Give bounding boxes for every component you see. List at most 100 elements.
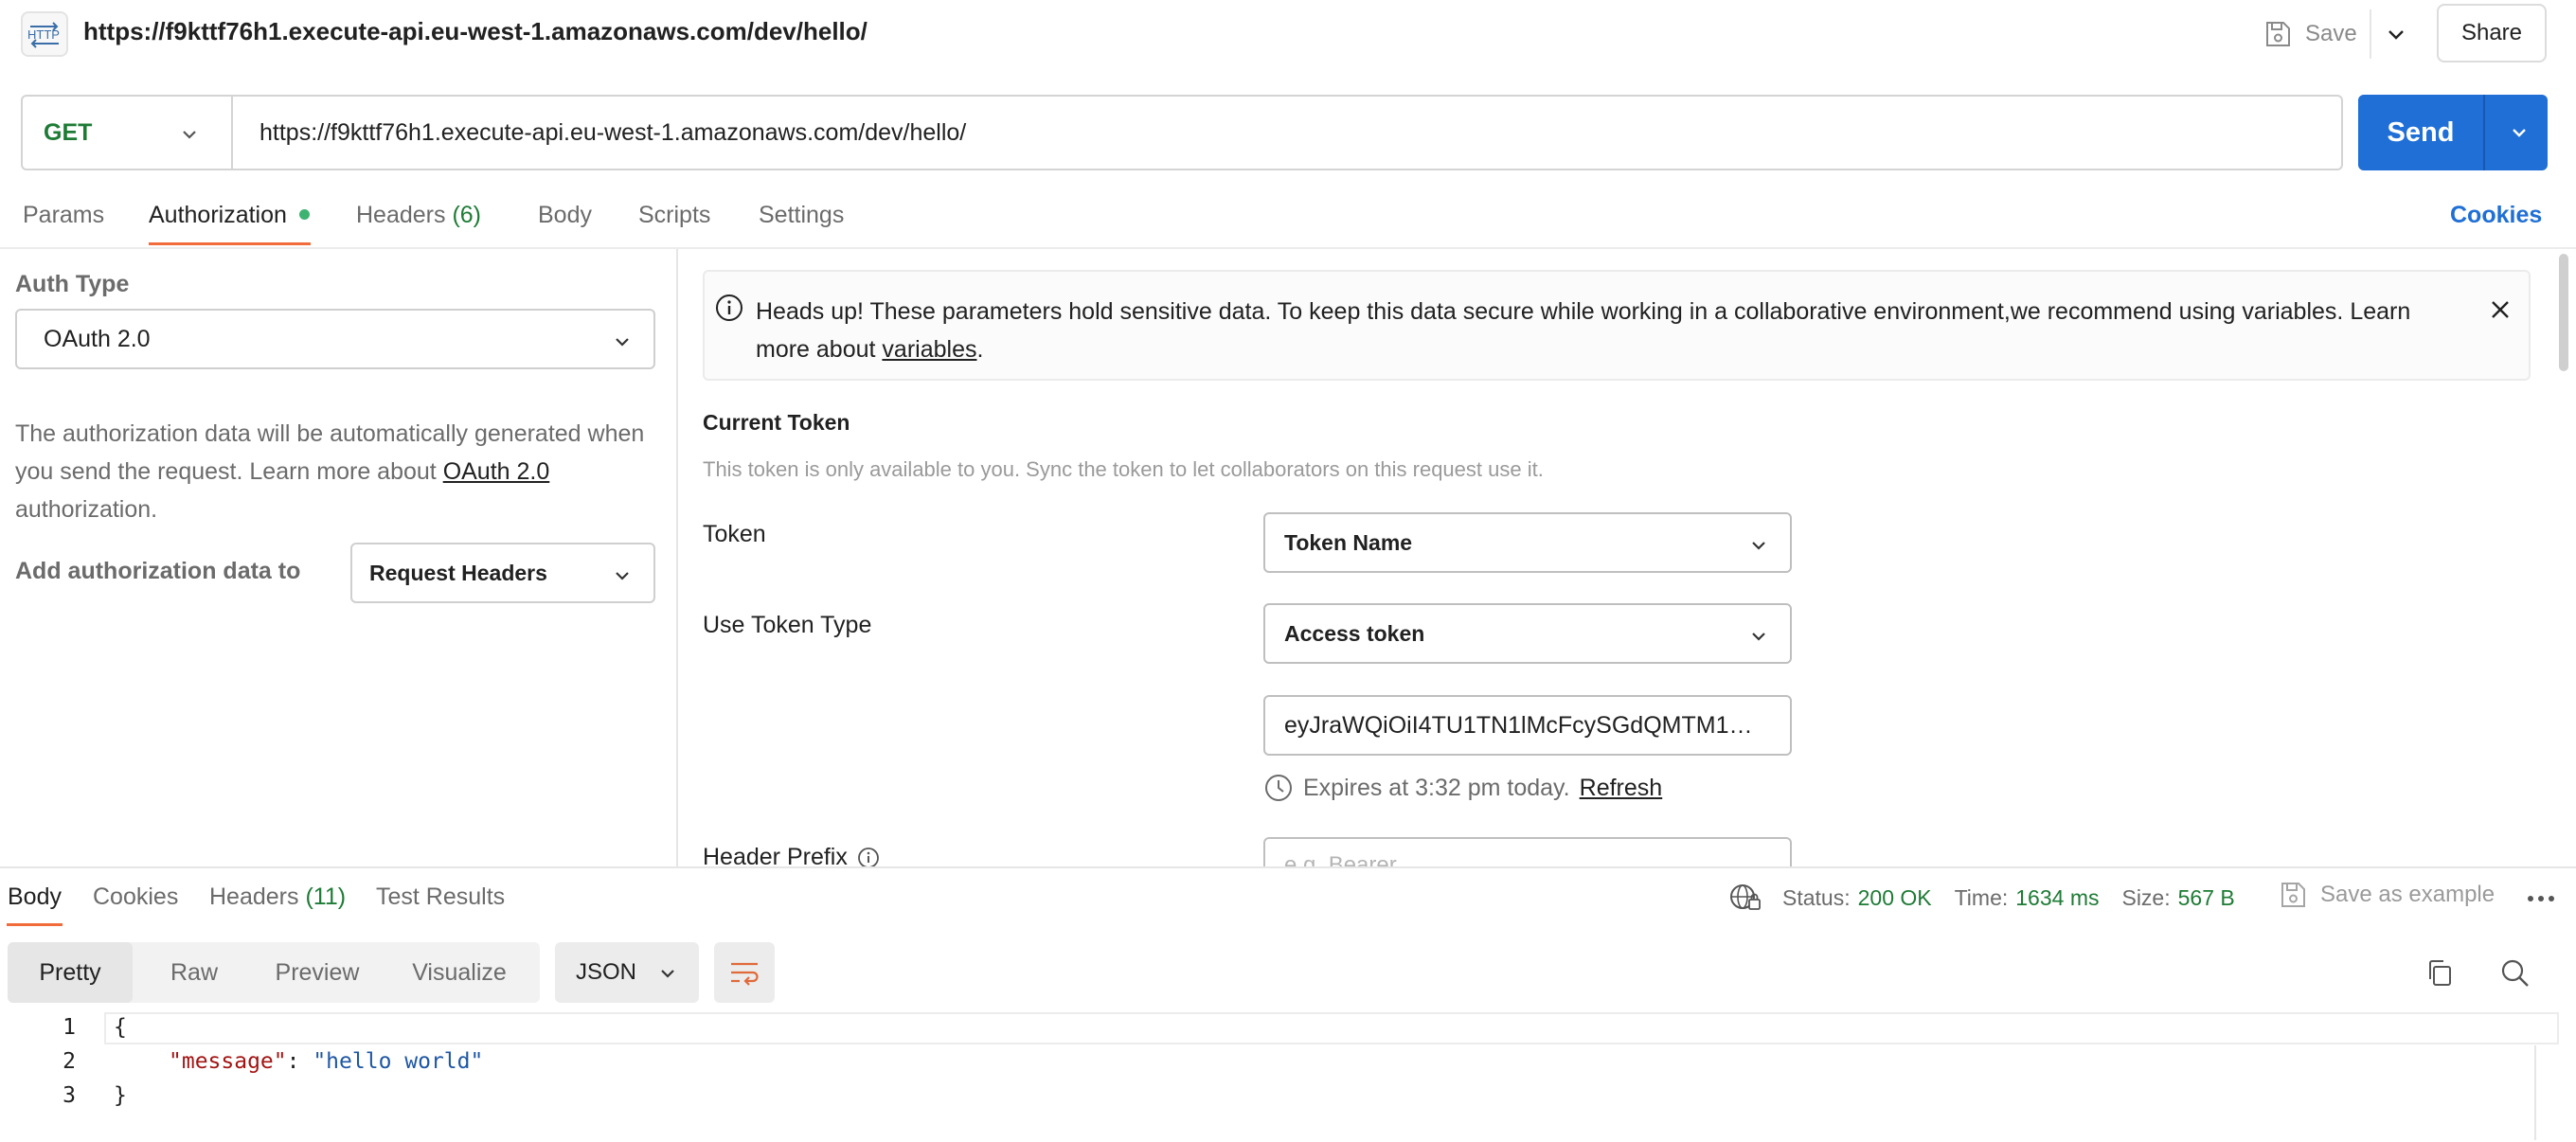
status-value[interactable]: 200 OK: [1858, 885, 1932, 911]
wrap-lines-button[interactable]: [714, 942, 775, 1003]
scrollbar-thumb[interactable]: [2559, 254, 2568, 371]
tab-headers[interactable]: Headers (6): [356, 202, 481, 229]
view-raw[interactable]: Raw: [133, 942, 256, 1003]
response-tab-cookies[interactable]: Cookies: [93, 883, 178, 911]
tab-headers-label: Headers: [356, 202, 446, 228]
access-token-field[interactable]: eyJraWQiOiI4TU1TN1lMcFcySGdQMTM1Mm...: [1263, 695, 1792, 756]
alert-message: Heads up! These parameters hold sensitiv…: [756, 298, 2411, 363]
auth-description-suffix: authorization.: [15, 496, 158, 523]
code-line: {: [114, 1015, 127, 1040]
editor-edge: [2534, 1045, 2536, 1140]
tab-headers-count: (6): [452, 202, 482, 228]
share-button[interactable]: Share: [2437, 4, 2547, 62]
more-options-icon[interactable]: [2527, 894, 2555, 903]
save-options-chevron-icon[interactable]: [2383, 21, 2409, 47]
method-select[interactable]: GET: [23, 97, 233, 169]
token-type-select[interactable]: Access token: [1263, 603, 1792, 664]
url-input[interactable]: [233, 97, 2341, 169]
chevron-down-icon: [657, 963, 678, 984]
method-label: GET: [44, 118, 93, 146]
save-as-example-button[interactable]: Save as example: [2279, 881, 2495, 909]
token-expiry: Expires at 3:32 pm today. Refresh: [1263, 773, 1662, 803]
alert-suffix: .: [976, 336, 984, 363]
token-type-value: Access token: [1284, 620, 1425, 646]
json-key: "message": [169, 1049, 287, 1074]
tab-params[interactable]: Params: [23, 202, 104, 229]
response-format-select[interactable]: JSON: [555, 942, 699, 1003]
response-tab-test-results[interactable]: Test Results: [376, 883, 505, 911]
request-title[interactable]: https://f9kttf76h1.execute-api.eu-west-1…: [83, 17, 868, 46]
tab-body[interactable]: Body: [538, 202, 592, 229]
wrap-lines-icon: [728, 958, 760, 987]
save-icon: [2263, 20, 2292, 48]
auth-type-value: OAuth 2.0: [44, 325, 151, 352]
network-globe-icon[interactable]: [1729, 883, 1762, 913]
variables-link[interactable]: variables: [882, 336, 976, 363]
chevron-down-icon: [178, 123, 201, 146]
auth-description-text: The authorization data will be automatic…: [15, 420, 645, 485]
tab-settings[interactable]: Settings: [759, 202, 844, 229]
expires-text: Expires at 3:32 pm today.: [1303, 774, 1570, 801]
info-icon: [714, 293, 744, 323]
response-tab-body[interactable]: Body: [8, 883, 62, 911]
code-line: "message": "hello world": [169, 1049, 483, 1074]
close-icon[interactable]: [2487, 296, 2513, 323]
time-value[interactable]: 1634 ms: [2015, 885, 2099, 911]
send-label: Send: [2387, 116, 2455, 148]
auth-type-select[interactable]: OAuth 2.0: [15, 309, 655, 369]
auth-description: The authorization data will be automatic…: [15, 415, 659, 528]
response-tab-headers-count: (11): [305, 883, 347, 910]
alert-text: Heads up! These parameters hold sensitiv…: [756, 293, 2451, 368]
json-value: "hello world": [313, 1049, 484, 1074]
chevron-down-icon: [612, 565, 633, 586]
send-options-chevron-icon[interactable]: [2508, 121, 2531, 144]
token-label: Token: [703, 521, 766, 547]
status-label: Status:: [1782, 884, 1851, 910]
response-meta: Status: 200 OK Time: 1634 ms Size: 567 B: [1729, 883, 2235, 913]
current-token-title: Current Token: [703, 410, 850, 435]
add-auth-data-select[interactable]: Request Headers: [350, 543, 655, 603]
save-as-example-label: Save as example: [2320, 882, 2496, 907]
response-format-value: JSON: [576, 959, 637, 985]
use-token-type-label: Use Token Type: [703, 612, 872, 638]
cookies-link[interactable]: Cookies: [2450, 202, 2542, 229]
info-icon[interactable]: [857, 847, 880, 869]
save-button[interactable]: Save: [2263, 13, 2357, 55]
active-line-highlight: [104, 1012, 2559, 1044]
http-request-icon: HTTP: [21, 11, 68, 57]
json-colon: :: [286, 1049, 313, 1074]
response-tab-headers-label: Headers: [209, 883, 299, 910]
clock-icon: [1263, 773, 1294, 803]
copy-icon[interactable]: [2424, 958, 2455, 989]
time-label: Time:: [1954, 884, 2009, 910]
refresh-token-link[interactable]: Refresh: [1580, 775, 1663, 802]
view-pretty[interactable]: Pretty: [8, 942, 133, 1003]
oauth-learn-more-link[interactable]: OAuth 2.0: [443, 458, 550, 485]
auth-type-label: Auth Type: [15, 271, 130, 297]
size-value[interactable]: 567 B: [2178, 885, 2235, 911]
line-number: 1: [63, 1015, 76, 1040]
add-auth-data-label: Add authorization data to: [15, 558, 301, 584]
view-visualize[interactable]: Visualize: [379, 942, 540, 1003]
send-divider: [2483, 95, 2485, 170]
tab-scripts[interactable]: Scripts: [638, 202, 710, 229]
token-name-select[interactable]: Token Name: [1263, 512, 1792, 573]
active-response-tab-underline: [7, 923, 63, 926]
response-tab-headers[interactable]: Headers (11): [209, 883, 346, 911]
send-button[interactable]: Send: [2358, 95, 2548, 170]
line-number: 2: [63, 1049, 76, 1074]
current-token-hint: This token is only available to you. Syn…: [703, 457, 1544, 481]
tab-authorization[interactable]: Authorization: [149, 202, 287, 229]
save-icon: [2279, 881, 2307, 909]
line-number: 3: [63, 1083, 76, 1108]
save-divider: [2370, 9, 2371, 59]
sensitive-data-alert: Heads up! These parameters hold sensitiv…: [703, 270, 2531, 381]
save-label: Save: [2305, 21, 2357, 46]
view-preview[interactable]: Preview: [256, 942, 379, 1003]
token-name-value: Token Name: [1284, 529, 1413, 555]
size-label: Size:: [2121, 884, 2171, 910]
code-line: }: [114, 1083, 127, 1108]
chevron-down-icon: [612, 331, 633, 352]
authorization-status-dot: [299, 209, 310, 220]
search-icon[interactable]: [2500, 958, 2531, 989]
